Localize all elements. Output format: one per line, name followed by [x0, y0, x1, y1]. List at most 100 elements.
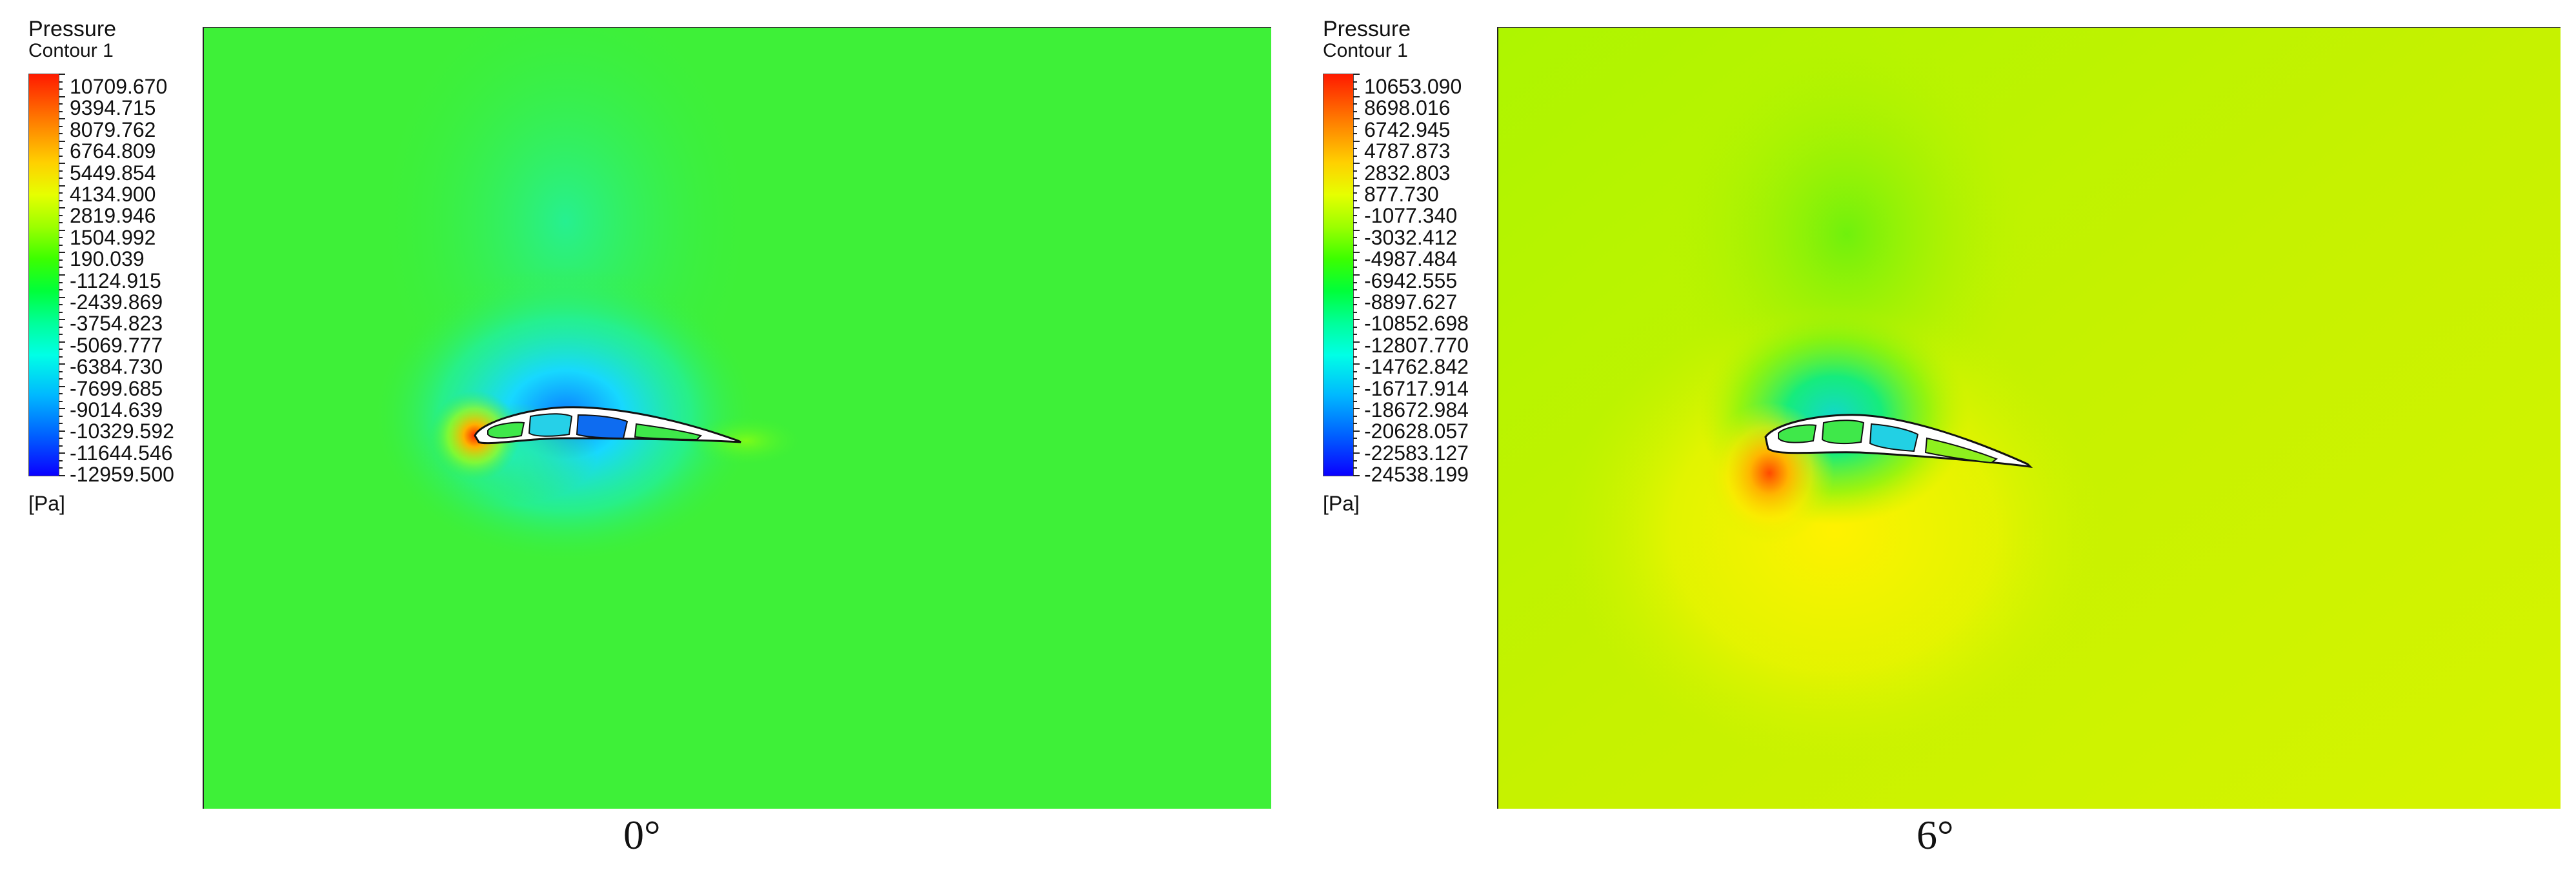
legend-value: -24538.199: [1364, 463, 1469, 487]
color-scale-ticks: [59, 74, 66, 476]
color-scale-tick: [1353, 237, 1357, 239]
color-scale-tick: [1353, 214, 1357, 216]
airfoil-cell-2: [528, 413, 573, 437]
color-scale-tick: [59, 415, 63, 417]
color-scale-ticks: [1353, 74, 1361, 476]
legend-value: 10653.090: [1364, 75, 1462, 98]
color-scale-tick: [59, 370, 63, 372]
legend-value: -3032.412: [1364, 225, 1458, 249]
color-scale-tick: [59, 244, 63, 246]
legend-unit: [Pa]: [1323, 492, 1360, 515]
legend-value: -3754.823: [70, 312, 163, 336]
color-scale-tick: [59, 334, 63, 336]
color-scale-tick: [59, 274, 65, 276]
color-scale-bar: [1323, 74, 1354, 476]
color-scale-tick: [59, 214, 63, 216]
legend-value: -18672.984: [1364, 398, 1469, 421]
color-scale-tick: [1353, 408, 1360, 410]
color-scale-tick: [1353, 319, 1360, 321]
color-scale-bar: [28, 74, 59, 476]
color-scale-tick: [59, 170, 63, 172]
color-scale-tick: [59, 341, 65, 343]
color-scale-tick: [59, 133, 63, 135]
airfoil-cell-2: [1821, 420, 1865, 445]
color-scale-tick: [59, 289, 63, 291]
legend-value: 9394.715: [70, 96, 156, 120]
color-scale-tick: [59, 281, 63, 283]
color-scale-tick: [1353, 289, 1357, 291]
color-scale-tick: [1353, 259, 1357, 261]
color-scale-tick: [1353, 415, 1357, 417]
color-scale-tick: [1353, 423, 1357, 425]
color-scale-tick: [59, 199, 63, 201]
legend-value: -7699.685: [70, 376, 163, 400]
legend-value: -6384.730: [70, 355, 163, 379]
color-scale-tick: [1353, 148, 1357, 150]
color-scale-tick: [59, 222, 63, 224]
color-scale-tick: [59, 229, 65, 231]
color-scale-tick: [1353, 267, 1357, 268]
color-scale-tick: [1353, 103, 1357, 105]
legend-value: -20628.057: [1364, 420, 1469, 443]
legend-value: -12959.500: [70, 463, 174, 487]
color-scale-tick: [59, 393, 63, 395]
color-scale-tick: [59, 385, 65, 387]
color-scale-tick: [1353, 222, 1357, 224]
legend-value: -9014.639: [70, 398, 163, 421]
color-scale-tick: [59, 326, 63, 328]
color-scale-tick: [59, 140, 65, 142]
legend-value: 2832.803: [1364, 161, 1451, 185]
legend-value: -11644.546: [70, 441, 173, 465]
color-scale-tick: [59, 185, 65, 187]
color-scale-tick: [59, 259, 63, 261]
legend-value: 8698.016: [1364, 96, 1451, 120]
color-scale-tick: [59, 363, 65, 365]
color-scale-tick: [59, 192, 63, 194]
color-scale-tick: [1353, 400, 1357, 402]
color-scale-tick: [1353, 125, 1357, 127]
color-scale-tick: [1353, 88, 1357, 90]
color-scale-tick: [59, 378, 63, 380]
color-scale-tick: [1353, 430, 1360, 432]
legend-value: -1124.915: [70, 268, 161, 292]
color-scale-tick: [59, 96, 65, 97]
color-scale-tick: [1353, 356, 1357, 358]
legend-value: -4987.484: [1364, 247, 1458, 271]
color-scale-tick: [59, 177, 63, 179]
color-scale-tick: [59, 445, 63, 447]
color-scale-tick: [59, 400, 63, 402]
color-scale-tick: [1353, 74, 1360, 75]
color-scale-tick: [59, 438, 63, 440]
color-scale-tick: [59, 148, 63, 150]
pressure-contour-plot: [1498, 28, 2561, 809]
color-scale-tick: [59, 110, 63, 112]
legend-value: -6942.555: [1364, 268, 1458, 292]
contour-panel-6deg: Pressure Contour 1 10653.090 8698.016 67…: [1294, 0, 2576, 881]
color-scale-tick: [1353, 296, 1360, 298]
legend-value: 4787.873: [1364, 139, 1451, 163]
pressure-contour-plot: [204, 28, 1271, 809]
pressure-contour-field: [203, 27, 1271, 809]
color-scale-tick: [1353, 274, 1360, 276]
color-scale-tick: [1353, 185, 1360, 187]
pressure-contour-field: [1497, 27, 2561, 809]
color-scale-tick: [1353, 460, 1357, 461]
color-scale-tick: [1353, 475, 1360, 476]
color-scale-tick: [1353, 244, 1357, 246]
color-scale-tick: [1353, 81, 1357, 83]
color-scale-tick: [1353, 438, 1357, 440]
color-scale-tick: [1353, 385, 1360, 387]
color-scale-tick: [1353, 452, 1360, 454]
legend-value: -1077.340: [1364, 204, 1458, 228]
legend-value: 10709.670: [70, 75, 168, 98]
legend-subtitle: Contour 1: [1323, 40, 1408, 61]
color-scale-tick: [59, 304, 63, 306]
color-scale-tick: [59, 237, 63, 239]
color-scale-tick: [1353, 177, 1357, 179]
color-scale-tick: [1353, 378, 1357, 380]
legend-value: -22583.127: [1364, 441, 1469, 465]
color-scale-tick: [59, 74, 65, 75]
legend-value: -2439.869: [70, 290, 163, 314]
legend-value: 6764.809: [70, 139, 156, 163]
color-scale-tick: [59, 125, 63, 127]
